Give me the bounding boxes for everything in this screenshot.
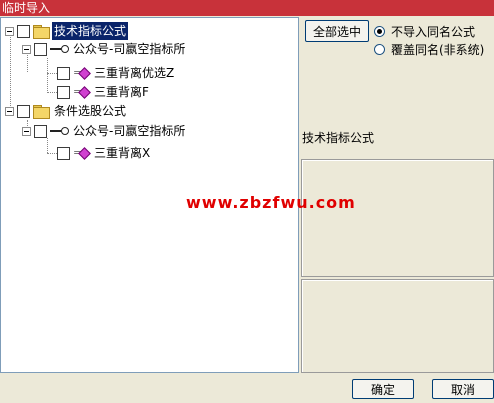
tree-item-label: 三重背离X [94, 146, 151, 160]
key-icon [50, 126, 69, 136]
collapse-icon[interactable] [22, 126, 31, 136]
radio-checked-icon[interactable] [374, 26, 385, 37]
collapse-icon[interactable] [5, 26, 14, 36]
formula-icon [73, 83, 89, 101]
tree-item-label: 三重背离优选Z [94, 66, 175, 80]
tree-item-formula[interactable]: 三重背离X [57, 144, 152, 162]
item-checkbox[interactable] [57, 66, 70, 80]
tree-item-formula[interactable]: 三重背离F [57, 83, 151, 101]
tree-item-group[interactable]: 公众号-司嬴空指标所 [22, 122, 187, 140]
formula-icon [73, 144, 89, 162]
tree-item-label: 公众号-司嬴空指标所 [73, 42, 186, 56]
tree-line [10, 32, 11, 112]
collapse-icon[interactable] [22, 44, 31, 54]
select-all-button[interactable]: 全部选中 [305, 20, 369, 42]
details-box [301, 279, 494, 373]
radio-overwrite[interactable]: 覆盖同名(非系统) [374, 41, 484, 58]
cancel-button[interactable]: 取消 [432, 379, 494, 399]
ok-button[interactable]: 确定 [352, 379, 414, 399]
tree-line [47, 92, 57, 93]
description-box [301, 159, 494, 277]
folder-icon [33, 105, 50, 119]
window-title: 临时导入 [0, 0, 494, 16]
tree-line [47, 73, 57, 74]
tree-item-label: 条件选股公式 [54, 104, 127, 118]
tree-item-condition-select[interactable]: 条件选股公式 [5, 102, 128, 120]
radio-no-import[interactable]: 不导入同名公式 [374, 23, 475, 40]
collapse-icon[interactable] [5, 106, 14, 116]
tree-item-label: 三重背离F [94, 85, 149, 99]
radio-unchecked-icon[interactable] [374, 44, 385, 55]
item-checkbox[interactable] [57, 146, 70, 160]
radio-label: 覆盖同名(非系统) [391, 43, 485, 57]
tree-line [47, 58, 48, 93]
tree-line [47, 138, 48, 153]
tree-item-label: 公众号-司嬴空指标所 [73, 124, 186, 138]
item-checkbox[interactable] [34, 124, 47, 138]
tree-item-tech-indicator[interactable]: 技术指标公式 [5, 22, 129, 40]
item-checkbox[interactable] [34, 42, 47, 56]
item-checkbox[interactable] [17, 104, 30, 118]
formula-icon [73, 64, 89, 82]
tree-line [47, 153, 57, 154]
radio-label: 不导入同名公式 [391, 25, 476, 39]
tree-item-formula[interactable]: 三重背离优选Z [57, 64, 176, 82]
key-icon [50, 44, 69, 54]
section-label: 技术指标公式 [302, 131, 375, 145]
tree-item-group[interactable]: 公众号-司嬴空指标所 [22, 40, 187, 58]
item-checkbox[interactable] [57, 85, 70, 99]
tree-item-label: 技术指标公式 [52, 22, 129, 40]
watermark-text: www.zbzfwu.com [186, 193, 356, 212]
item-checkbox[interactable] [17, 24, 30, 38]
folder-icon [33, 25, 50, 39]
